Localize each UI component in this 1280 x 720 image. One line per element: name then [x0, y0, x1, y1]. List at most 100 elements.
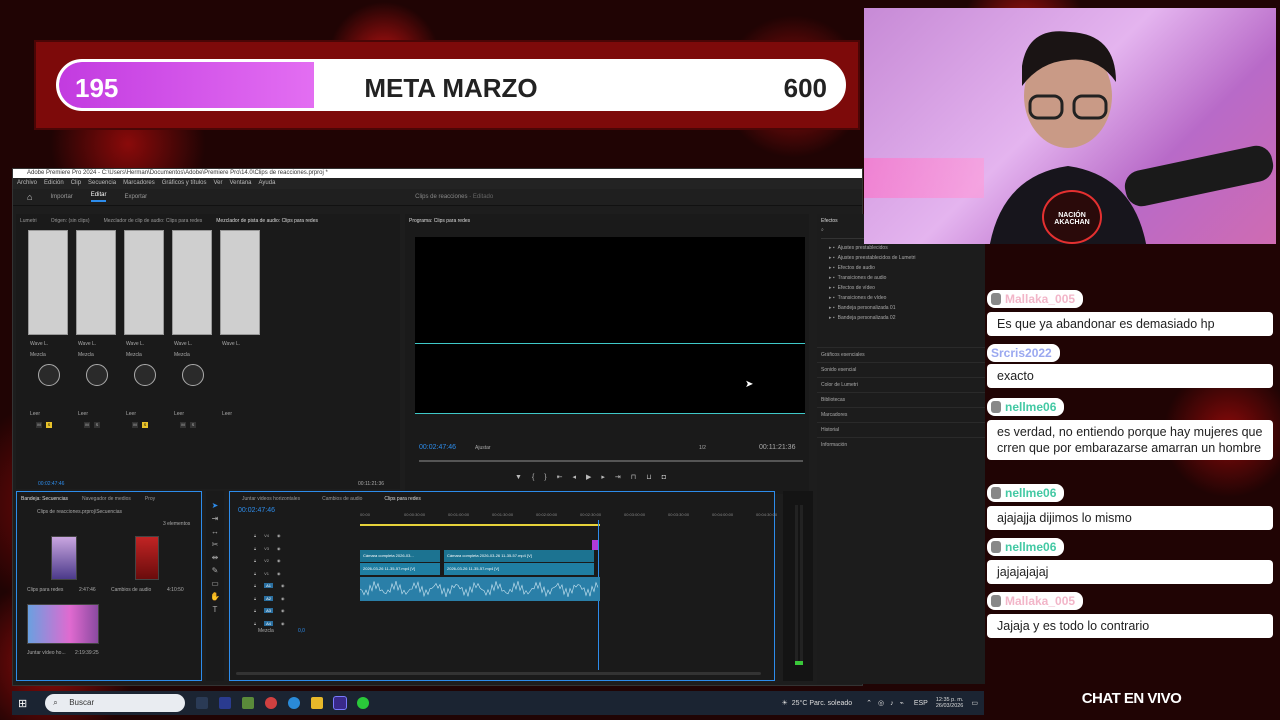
lock-icon[interactable]: 🔒︎ [254, 583, 256, 588]
go-out-icon[interactable]: ⇥ [615, 474, 631, 481]
tab-clip-mixer[interactable]: Mezclador de clip de audio: Clips para r… [104, 218, 203, 224]
quality-dropdown[interactable]: 1/2 [699, 445, 706, 451]
system-tray-icons[interactable]: ⌃◎♪⌁ [866, 699, 910, 707]
effects-folder[interactable]: ▸ ▪ Ajustes preestablecidos de Lumetri [817, 253, 985, 263]
eye-icon[interactable]: ◉ [281, 583, 285, 588]
whatsapp-taskbar-icon[interactable] [357, 697, 370, 709]
eye-icon[interactable]: ◉ [277, 571, 281, 576]
audio-clip[interactable] [360, 577, 600, 601]
audio-track-header[interactable]: 🔒︎ A2 ◉ [254, 593, 354, 604]
eye-icon[interactable]: ◉ [281, 596, 285, 601]
razor-icon[interactable]: ✂ [206, 538, 224, 551]
lock-icon[interactable]: 🔒︎ [254, 608, 256, 613]
read-5[interactable]: Leer [222, 411, 232, 417]
menu-item[interactable]: Archivo [17, 178, 37, 189]
step-back-icon[interactable]: ◂ [573, 474, 587, 481]
ripple-edit-icon[interactable]: ↔ [206, 525, 224, 538]
mute-button[interactable]: M [180, 422, 186, 428]
video-track-header[interactable]: 🔒︎ V3 ◉ [254, 543, 354, 554]
program-scrubber[interactable] [419, 460, 803, 462]
audio-track-header[interactable]: 🔒︎ A3 ◉ [254, 605, 354, 616]
tab-sequence[interactable]: Cambios de audio [322, 496, 362, 502]
mark-in-icon[interactable]: { [532, 474, 544, 481]
eye-icon[interactable]: ◉ [277, 558, 281, 563]
chat-username[interactable]: Mallaka_005 [987, 290, 1084, 308]
tab-source[interactable]: Origen: (sin clips) [51, 218, 90, 224]
tab-editar[interactable]: Editar [90, 192, 107, 202]
camera-icon[interactable]: ◘ [662, 474, 676, 481]
tab-exportar[interactable]: Exportar [124, 194, 147, 200]
audio-track-header[interactable]: 🔒︎ A4 ◉ [254, 618, 354, 629]
video-clip[interactable]: Cámara completa 2026-03-26 11-35-57.mp4 … [444, 550, 594, 562]
read-2[interactable]: Leer [78, 411, 88, 417]
effects-section[interactable]: Historial [817, 422, 985, 437]
menu-item[interactable]: Clip [71, 178, 81, 189]
program-viewer[interactable]: ➤ [415, 237, 805, 414]
video-track-header[interactable]: 🔒︎ V1 ◉ [254, 568, 354, 579]
chat-username[interactable]: Srcris2022 [987, 344, 1060, 362]
tab-program[interactable]: Programa: Clips para redes [409, 218, 470, 224]
video-clip[interactable]: 2026-03-26 11-35-57.mp4 [V] [360, 563, 440, 575]
effects-folder[interactable]: ▸ ▪ Bandeja personalizada 01 [817, 303, 985, 313]
go-in-icon[interactable]: ⇤ [557, 474, 573, 481]
menu-item[interactable]: Secuencia [88, 178, 116, 189]
home-icon[interactable]: ⌂ [27, 192, 32, 202]
fader-5[interactable] [220, 230, 260, 335]
chat-username[interactable]: nellme06 [987, 484, 1065, 502]
lock-icon[interactable]: 🔒︎ [254, 533, 256, 538]
lock-icon[interactable]: 🔒︎ [254, 621, 256, 626]
eye-icon[interactable]: ◉ [281, 608, 285, 613]
fader-1[interactable] [28, 230, 68, 335]
chat-username[interactable]: nellme06 [987, 398, 1065, 416]
effects-section[interactable]: Bibliotecas [817, 392, 985, 407]
fit-dropdown[interactable]: Ajustar [475, 445, 491, 451]
solo-button[interactable]: S [190, 422, 196, 428]
effects-section[interactable]: Información [817, 437, 985, 452]
mute-button[interactable]: M [84, 422, 90, 428]
lock-icon[interactable]: 🔒︎ [254, 546, 256, 551]
mode-4[interactable]: Mezcla [174, 352, 190, 358]
mode-2[interactable]: Mezcla [78, 352, 94, 358]
video-track-header[interactable]: 🔒︎ V4 ◉ [254, 530, 354, 541]
menu-item[interactable]: Marcadores [123, 178, 155, 189]
explorer-taskbar-icon[interactable] [311, 697, 324, 709]
pan-knob-3[interactable] [134, 364, 156, 386]
tab-bin-sequences[interactable]: Bandeja: Secuencias [21, 496, 68, 502]
effects-section[interactable]: Gráficos esenciales [817, 347, 985, 362]
lock-icon[interactable]: 🔒︎ [254, 571, 256, 576]
pan-knob-2[interactable] [86, 364, 108, 386]
fader-2[interactable] [76, 230, 116, 335]
effects-section[interactable]: Color de Lumetri [817, 377, 985, 392]
marker-icon[interactable]: ▼ [515, 474, 532, 481]
menu-item[interactable]: Ayuda [259, 178, 276, 189]
lock-icon[interactable]: 🔒︎ [254, 596, 256, 601]
fader-3[interactable] [124, 230, 164, 335]
sequence-thumbnail[interactable] [27, 604, 99, 644]
fader-4[interactable] [172, 230, 212, 335]
pan-knob-4[interactable] [182, 364, 204, 386]
premiere-active-icon[interactable] [333, 696, 348, 710]
notification-icon[interactable]: ▭ [971, 699, 978, 707]
chat-username[interactable]: nellme06 [987, 538, 1065, 556]
effects-folder[interactable]: ▸ ▪ Transiciones de audio [817, 273, 985, 283]
app-taskbar-icon[interactable] [242, 697, 255, 709]
read-4[interactable]: Leer [174, 411, 184, 417]
mode-3[interactable]: Mezcla [126, 352, 142, 358]
premiere-taskbar-icon[interactable] [219, 697, 232, 709]
video-clip[interactable]: Cámara completa 2026-03... [360, 550, 440, 562]
menu-item[interactable]: Gráficos y títulos [162, 178, 207, 189]
clock[interactable]: 12:35 p. m. 26/03/2026 [936, 697, 964, 709]
effects-folder[interactable]: ▸ ▪ Efectos de vídeo [817, 283, 985, 293]
eye-icon[interactable]: ◉ [277, 546, 281, 551]
play-icon[interactable]: ▶ [586, 474, 601, 481]
weather-text[interactable]: 25°C Parc. soleado [792, 700, 852, 707]
taskbar-search-input[interactable]: ⌕ Buscar [45, 694, 186, 712]
solo-button[interactable]: S [94, 422, 100, 428]
pen-icon[interactable]: ✎ [206, 564, 224, 577]
mark-out-icon[interactable]: } [544, 474, 556, 481]
mute-button[interactable]: M [36, 422, 42, 428]
effects-section[interactable]: Marcadores [817, 407, 985, 422]
menu-item[interactable]: Ventana [229, 178, 251, 189]
tab-project[interactable]: Proy [145, 496, 155, 502]
hand-icon[interactable]: ✋ [206, 590, 224, 603]
